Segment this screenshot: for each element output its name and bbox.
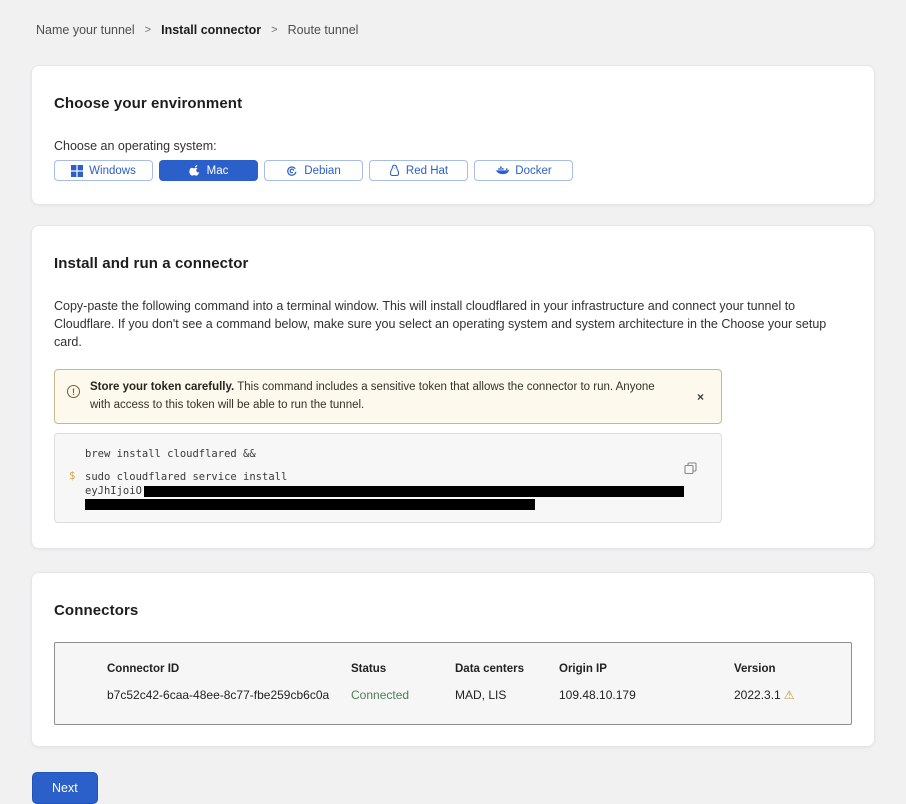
- alert-circle-icon: !: [67, 385, 80, 398]
- token-warning-text: Store your token carefully. This command…: [90, 379, 660, 414]
- debian-icon: [286, 165, 298, 177]
- breadcrumb-install-connector[interactable]: Install connector: [161, 23, 261, 37]
- redhat-penguin-icon: [389, 164, 400, 177]
- connectors-table-header: Connector ID Status Data centers Origin …: [107, 663, 841, 675]
- breadcrumb: Name your tunnel > Install connector > R…: [0, 0, 906, 37]
- install-card-title: Install and run a connector: [54, 255, 852, 272]
- code-text: sudo cloudflared service install eyJhIjo…: [85, 470, 684, 510]
- connector-id-value: b7c52c42-6caa-48ee-8c77-fbe259cb6c0a: [107, 688, 351, 702]
- install-command-code-block: brew install cloudflared && $ sudo cloud…: [54, 433, 722, 524]
- code-text: brew install cloudflared &&: [85, 447, 256, 461]
- os-button-windows[interactable]: Windows: [54, 160, 153, 181]
- breadcrumb-name-your-tunnel[interactable]: Name your tunnel: [36, 23, 135, 37]
- os-button-label: Red Hat: [406, 165, 448, 177]
- os-button-label: Docker: [515, 165, 551, 177]
- os-button-label: Debian: [304, 165, 340, 177]
- status-badge: Connected: [351, 688, 455, 702]
- connectors-card: Connectors Connector ID Status Data cent…: [31, 572, 875, 747]
- windows-icon: [71, 165, 83, 177]
- code-command: sudo cloudflared service install: [85, 471, 287, 483]
- connectors-table: Connector ID Status Data centers Origin …: [54, 642, 852, 725]
- token-warning-title: Store your token carefully.: [90, 381, 234, 393]
- os-select-label: Choose an operating system:: [54, 139, 852, 153]
- column-header-version: Version: [734, 663, 841, 675]
- next-button[interactable]: Next: [32, 772, 98, 804]
- os-button-redhat[interactable]: Red Hat: [369, 160, 468, 181]
- column-header-status: Status: [351, 663, 455, 675]
- version-value: 2022.3.1⚠: [734, 688, 841, 702]
- origin-ip-value: 109.48.10.179: [559, 688, 734, 702]
- install-card: Install and run a connector Copy-paste t…: [31, 225, 875, 549]
- connectors-card-title: Connectors: [54, 602, 852, 619]
- tunnel-setup-page: Name your tunnel > Install connector > R…: [0, 0, 906, 804]
- code-line-brew: brew install cloudflared &&: [69, 447, 707, 461]
- version-number: 2022.3.1: [734, 688, 781, 702]
- close-icon[interactable]: ×: [692, 388, 709, 406]
- os-button-label: Mac: [207, 165, 229, 177]
- os-button-label: Windows: [89, 165, 136, 177]
- breadcrumb-route-tunnel[interactable]: Route tunnel: [288, 23, 359, 37]
- table-row: b7c52c42-6caa-48ee-8c77-fbe259cb6c0a Con…: [107, 688, 841, 702]
- column-header-origin-ip: Origin IP: [559, 663, 734, 675]
- version-warning-icon: ⚠: [784, 688, 795, 702]
- redaction-bar: [144, 486, 684, 497]
- os-button-docker[interactable]: Docker: [474, 160, 573, 181]
- column-header-data-centers: Data centers: [455, 663, 559, 675]
- os-button-debian[interactable]: Debian: [264, 160, 363, 181]
- apple-icon: [189, 164, 201, 177]
- data-centers-value: MAD, LIS: [455, 688, 559, 702]
- token-warning-banner: ! Store your token carefully. This comma…: [54, 369, 722, 424]
- code-prompt-spacer: [69, 447, 85, 461]
- copy-icon[interactable]: [684, 462, 697, 478]
- os-button-mac[interactable]: Mac: [159, 160, 258, 181]
- breadcrumb-separator: >: [145, 24, 151, 36]
- token-prefix: eyJhIjoiO: [85, 485, 142, 497]
- column-header-connector-id: Connector ID: [107, 663, 351, 675]
- breadcrumb-separator: >: [271, 24, 277, 36]
- docker-whale-icon: [495, 165, 509, 176]
- environment-card: Choose your environment Choose an operat…: [31, 65, 875, 205]
- os-button-group: Windows Mac Debian: [54, 160, 852, 181]
- install-description: Copy-paste the following command into a …: [54, 297, 852, 351]
- shell-prompt: $: [69, 470, 85, 510]
- redaction-bar: [85, 499, 535, 510]
- environment-card-title: Choose your environment: [54, 95, 852, 112]
- code-line-service-install: $ sudo cloudflared service install eyJhI…: [69, 470, 707, 510]
